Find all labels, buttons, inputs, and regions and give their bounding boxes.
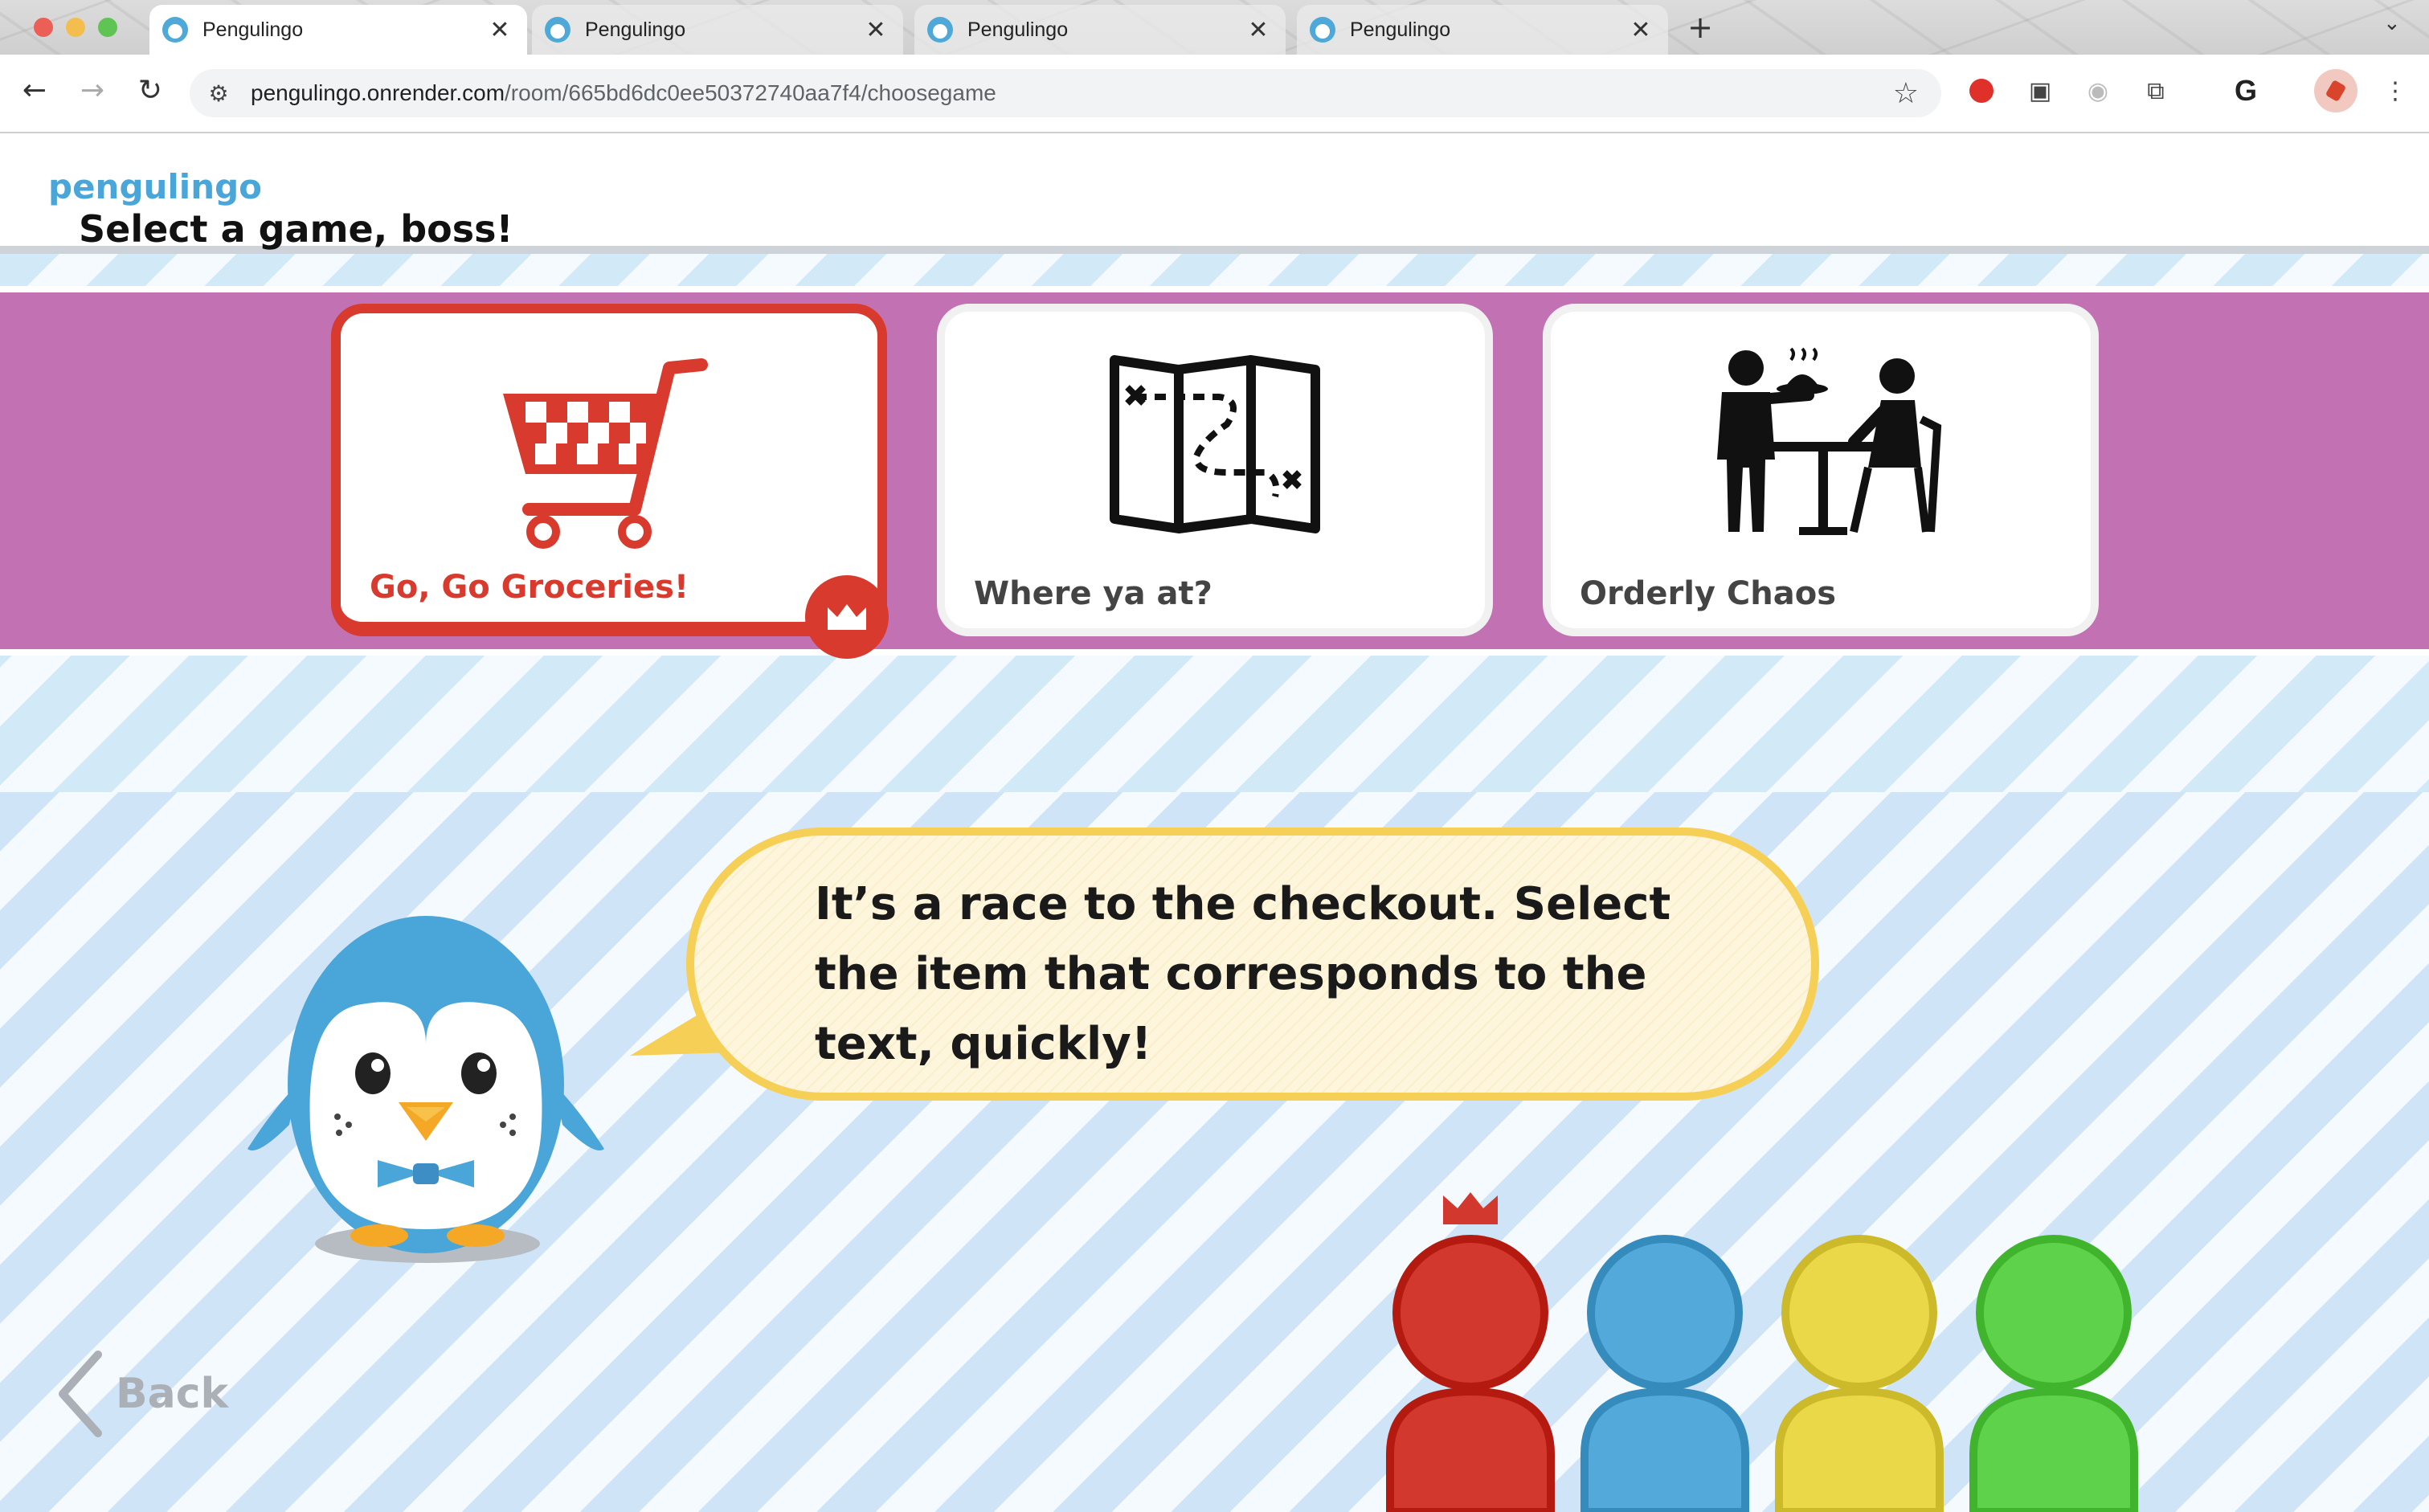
game-card-where-ya-at[interactable]: Where ya at?	[937, 304, 1493, 636]
page-title: Select a game, boss!	[79, 207, 513, 251]
player-avatar	[1969, 1235, 2138, 1512]
extension-icon[interactable]: ◉	[2079, 72, 2116, 109]
game-description-bubble: It’s a race to the checkout. Select the …	[686, 828, 1819, 1101]
google-icon[interactable]: G	[2227, 72, 2264, 109]
back-label: Back	[116, 1370, 229, 1418]
reload-icon[interactable]: ↻	[130, 71, 170, 111]
selected-crown-badge	[805, 575, 889, 659]
treasure-map-icon	[1106, 352, 1323, 540]
game-description: It’s a race to the checkout. Select the …	[815, 878, 1671, 1070]
tab-title: Pengulingo	[202, 18, 304, 41]
address-bar[interactable]: ⚙ pengulingo.onrender.com/room/665bd6dc0…	[190, 69, 1941, 117]
url-text: pengulingo.onrender.com/room/665bd6dc0ee…	[251, 80, 996, 105]
tab-close-icon[interactable]: ✕	[860, 16, 892, 44]
game-label: Go, Go Groceries!	[370, 569, 689, 606]
penguin-mascot	[241, 884, 611, 1273]
tab-title: Pengulingo	[1350, 18, 1451, 41]
browser-tab-1[interactable]: Pengulingo ✕	[149, 5, 527, 55]
tab-close-icon[interactable]: ✕	[484, 16, 516, 44]
browser-menu-icon[interactable]: ⋮	[2377, 72, 2414, 109]
tab-title: Pengulingo	[967, 18, 1069, 41]
chevron-left-icon	[59, 1351, 102, 1437]
window-minimize-button[interactable]	[66, 18, 85, 37]
player-avatar	[1580, 1235, 1749, 1512]
profile-avatar[interactable]	[2314, 69, 2357, 112]
back-arrow-icon[interactable]: ←	[14, 71, 55, 111]
tab-title: Pengulingo	[585, 18, 686, 41]
browser-tab-4[interactable]: Pengulingo ✕	[1297, 5, 1668, 55]
puzzle-extensions-icon[interactable]: ⧉	[2137, 72, 2174, 109]
adblock-extension-icon[interactable]	[1963, 72, 2000, 109]
game-label: Where ya at?	[974, 575, 1212, 612]
penguin-favicon-icon	[545, 17, 570, 43]
penguin-favicon-icon	[162, 17, 188, 43]
player-avatar-host	[1386, 1192, 1555, 1512]
picture-in-picture-icon[interactable]: ▣	[2022, 72, 2059, 109]
new-tab-button[interactable]: +	[1684, 11, 1716, 43]
window-close-button[interactable]	[34, 18, 53, 37]
game-label: Orderly Chaos	[1580, 575, 1837, 612]
window-zoom-button[interactable]	[98, 18, 117, 37]
game-card-orderly-chaos[interactable]: Orderly Chaos	[1543, 304, 2099, 636]
tab-search-chevron-icon[interactable]: ⌄	[2383, 11, 2401, 35]
penguin-favicon-icon	[927, 17, 953, 43]
browser-tab-2[interactable]: Pengulingo ✕	[532, 5, 903, 55]
crown-icon	[1443, 1192, 1498, 1224]
bookmark-star-icon[interactable]: ☆	[1893, 77, 1919, 110]
app-logo[interactable]: pengulingo	[48, 167, 262, 206]
forward-arrow-icon[interactable]: →	[72, 71, 112, 111]
tab-close-icon[interactable]: ✕	[1625, 16, 1657, 44]
crown-icon	[828, 604, 866, 630]
back-button[interactable]: Back	[56, 1350, 228, 1438]
game-card-groceries[interactable]: Go, Go Groceries!	[331, 304, 887, 636]
penguin-favicon-icon	[1310, 17, 1335, 43]
tab-close-icon[interactable]: ✕	[1242, 16, 1274, 44]
browser-tab-strip: Pengulingo ✕ Pengulingo ✕ Pengulingo ✕ P…	[0, 0, 2429, 55]
browser-tab-3[interactable]: Pengulingo ✕	[914, 5, 1286, 55]
waiter-restaurant-icon	[1696, 347, 1945, 543]
shopping-cart-icon	[497, 345, 722, 558]
player-avatar	[1775, 1235, 1944, 1512]
site-settings-icon[interactable]: ⚙	[201, 80, 236, 107]
browser-toolbar: ← → ↻ ⚙ pengulingo.onrender.com/room/665…	[0, 55, 2429, 133]
